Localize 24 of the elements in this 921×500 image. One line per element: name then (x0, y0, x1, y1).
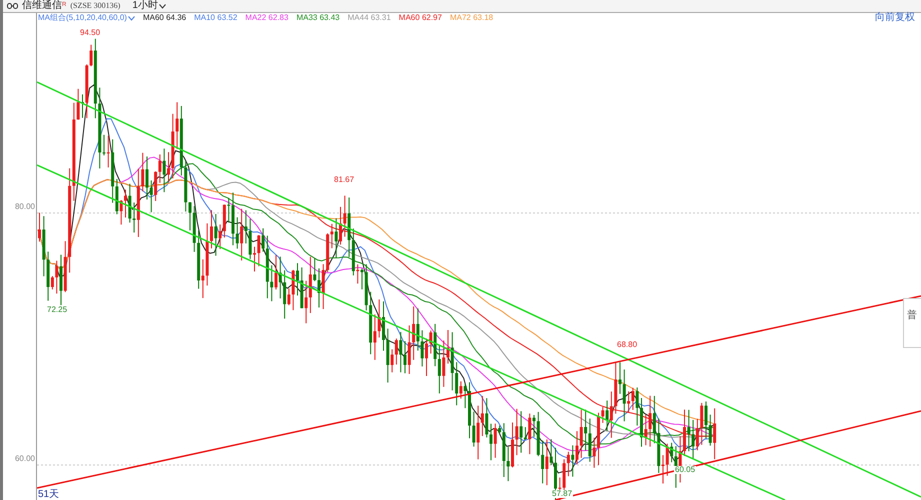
link-icon[interactable] (7, 3, 18, 9)
price-mark: 68.80 (616, 341, 638, 349)
moving-average-value: MA10 63.52 (194, 14, 238, 22)
moving-average-value: MA60 64.36 (142, 14, 186, 22)
moving-average-value: MA44 63.31 (348, 14, 391, 22)
price-mark: 72.25 (46, 306, 68, 314)
moving-average-value: MA22 62.83 (245, 14, 288, 22)
stock-code: (SZSE 300136) (70, 2, 120, 10)
price-mark: 60.05 (674, 466, 696, 474)
price-mark: 81.67 (333, 176, 356, 184)
side-panel-text: 普 (907, 310, 917, 321)
moving-average-value: MA60 62.97 (398, 14, 442, 22)
period-selector[interactable]: 1小时 (132, 1, 166, 11)
caret-icon (128, 16, 135, 20)
moving-average-value: MA72 63.18 (450, 14, 494, 22)
caret-icon (158, 4, 166, 8)
indicator-selector[interactable]: MA组合(5,10,20,40,60,0) (38, 14, 135, 22)
price-mark: 57.87 (551, 490, 574, 498)
price-mark: 94.50 (79, 29, 102, 37)
time-span-label: 51天 (38, 490, 60, 500)
moving-average-value: MA33 63.43 (296, 14, 340, 22)
price-axis-label: 60.00 (14, 455, 35, 463)
price-axis-label: 80.00 (14, 203, 35, 211)
price-adjust-option[interactable]: 向前复权 (875, 13, 915, 23)
